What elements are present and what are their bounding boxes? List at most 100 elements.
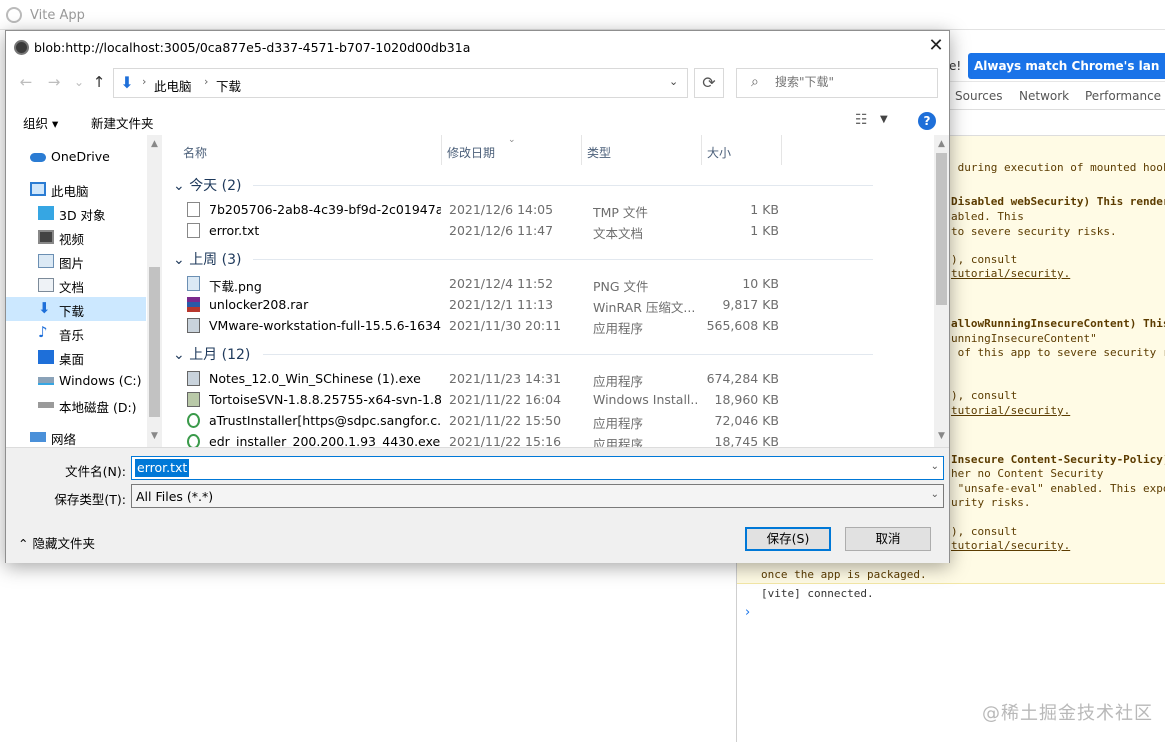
- scroll-up-icon[interactable]: ▲: [934, 139, 949, 149]
- file-size: 1 KB: [750, 202, 779, 217]
- file-name: VMware-workstation-full-15.5.6-1634...: [209, 318, 441, 333]
- file-date: 2021/12/1 11:13: [449, 297, 554, 312]
- file-row[interactable]: TortoiseSVN-1.8.8.25755-x64-svn-1.8.... …: [183, 389, 783, 410]
- file-date: 2021/12/6 14:05: [449, 202, 554, 217]
- file-row[interactable]: unlocker208.rar 2021/12/1 11:13 WinRAR 压…: [183, 294, 783, 315]
- column-divider[interactable]: [701, 135, 702, 165]
- drive-icon: [38, 402, 54, 408]
- file-list-scrollbar[interactable]: ▲ ▼: [934, 135, 949, 447]
- text-file-icon: [187, 223, 200, 238]
- chevron-down-icon: ⌄: [173, 347, 185, 363]
- column-header-type[interactable]: 类型: [587, 144, 611, 161]
- filetype-select[interactable]: All Files (*.*) ⌄: [131, 484, 944, 508]
- chevron-down-icon[interactable]: ⌄: [669, 75, 678, 88]
- file-row[interactable]: VMware-workstation-full-15.5.6-1634... 2…: [183, 315, 783, 336]
- sidebar-item-music[interactable]: ♪ 音乐: [6, 321, 146, 345]
- column-header-date[interactable]: 修改日期: [447, 144, 495, 161]
- column-header-size[interactable]: 大小: [707, 144, 731, 161]
- sidebar-item-this-pc[interactable]: 此电脑: [6, 177, 146, 201]
- forward-arrow-icon[interactable]: →: [43, 71, 65, 93]
- chevron-down-icon[interactable]: ▼: [880, 114, 888, 125]
- hide-folders-toggle[interactable]: ⌃ 隐藏文件夹: [18, 533, 95, 552]
- console-link[interactable]: tutorial/security.: [951, 267, 1070, 280]
- help-icon[interactable]: ?: [918, 112, 936, 130]
- console-prompt-icon[interactable]: ›: [745, 605, 750, 620]
- file-row[interactable]: Notes_12.0_Win_SChinese (1).exe 2021/11/…: [183, 368, 783, 389]
- sidebar-item-local-disk-d[interactable]: 本地磁盘 (D:): [6, 393, 146, 417]
- column-divider[interactable]: [441, 135, 442, 165]
- console-link[interactable]: tutorial/security.: [951, 404, 1070, 417]
- save-button[interactable]: 保存(S): [745, 527, 831, 551]
- file-row[interactable]: error.txt 2021/12/6 11:47 文本文档 1 KB: [183, 220, 783, 241]
- sidebar-item-pictures[interactable]: 图片: [6, 249, 146, 273]
- address-bar[interactable]: ⬇ › 此电脑 › 下载 ⌄: [113, 68, 688, 98]
- file-row[interactable]: 7b205706-2ab8-4c39-bf9d-2c01947a... 2021…: [183, 199, 783, 220]
- group-header-today[interactable]: ⌄ 今天 (2): [173, 175, 241, 195]
- infobar-next-button[interactable]: [1160, 53, 1165, 79]
- console-line: ), consult: [951, 389, 1018, 402]
- file-row[interactable]: 下载.png 2021/12/4 11:52 PNG 文件 10 KB: [183, 273, 783, 294]
- sidebar-item-3d-objects[interactable]: 3D 对象: [6, 201, 146, 225]
- group-header-last-month[interactable]: ⌄ 上月 (12): [173, 344, 250, 364]
- new-folder-button[interactable]: 新建文件夹: [91, 113, 154, 132]
- tab-network[interactable]: Network: [1019, 89, 1069, 103]
- exe-icon: [187, 318, 200, 333]
- view-options-icon[interactable]: ☷: [855, 112, 868, 128]
- scroll-down-icon[interactable]: ▼: [147, 431, 162, 441]
- sidebar-item-onedrive[interactable]: OneDrive: [6, 145, 146, 169]
- console-line: her no Content Security: [951, 467, 1104, 480]
- sidebar-item-downloads[interactable]: ⬇ 下载: [6, 297, 146, 321]
- sidebar-item-desktop[interactable]: 桌面: [6, 345, 146, 369]
- file-icon: [187, 202, 200, 217]
- chevron-down-icon: ⌄: [173, 252, 185, 268]
- refresh-icon[interactable]: ⟳: [694, 68, 724, 98]
- match-language-button[interactable]: Always match Chrome's language: [968, 53, 1165, 79]
- file-type: TMP 文件: [593, 205, 648, 220]
- recent-locations-icon[interactable]: ⌄: [68, 71, 90, 93]
- tab-sources[interactable]: Sources: [955, 89, 1002, 103]
- column-header-name[interactable]: 名称: [183, 144, 207, 161]
- console-link[interactable]: tutorial/security.: [951, 539, 1070, 552]
- column-divider[interactable]: [581, 135, 582, 165]
- sidebar-item-windows-c[interactable]: Windows (C:): [6, 369, 146, 393]
- group-label: 今天 (2): [189, 178, 242, 194]
- nav-pane-scrollbar[interactable]: ▲ ▼: [147, 135, 162, 447]
- scroll-up-icon[interactable]: ▲: [147, 139, 162, 149]
- scroll-down-icon[interactable]: ▼: [934, 431, 949, 441]
- file-date: 2021/11/22 15:16: [449, 434, 562, 447]
- cube-icon: [38, 206, 54, 220]
- organize-menu[interactable]: 组织 ▾: [23, 113, 58, 132]
- cancel-button[interactable]: 取消: [845, 527, 931, 551]
- back-arrow-icon[interactable]: ←: [15, 71, 37, 93]
- file-name: error.txt: [209, 223, 260, 238]
- group-header-last-week[interactable]: ⌄ 上周 (3): [173, 249, 241, 269]
- filename-value[interactable]: error.txt: [135, 459, 190, 477]
- navigation-pane: OneDrive 此电脑 3D 对象 视频 图片 文档 ⬇ 下载 ♪ 音乐 桌面…: [6, 135, 162, 447]
- breadcrumb-this-pc[interactable]: 此电脑: [154, 76, 192, 95]
- file-row[interactable]: edr_installer_200.200.1.93_4430.exe 2021…: [183, 431, 783, 447]
- group-divider: [253, 259, 873, 260]
- chevron-down-icon[interactable]: ⌄: [931, 461, 939, 472]
- search-input[interactable]: [775, 75, 925, 89]
- tab-performance[interactable]: Performance: [1085, 89, 1161, 103]
- file-row[interactable]: aTrustInstaller[https@sdpc.sangfor.c... …: [183, 410, 783, 431]
- sidebar-item-network[interactable]: 网络: [6, 425, 146, 449]
- chevron-right-icon[interactable]: ›: [204, 75, 208, 88]
- file-name: Notes_12.0_Win_SChinese (1).exe: [209, 371, 421, 386]
- file-name: edr_installer_200.200.1.93_4430.exe: [209, 434, 441, 447]
- sort-chevron-icon: ⌄: [508, 135, 516, 145]
- sidebar-item-videos[interactable]: 视频: [6, 225, 146, 249]
- scrollbar-thumb[interactable]: [149, 267, 160, 417]
- language-infobar-text: e!: [949, 59, 962, 73]
- search-box[interactable]: ⌕: [736, 68, 938, 98]
- sidebar-item-documents[interactable]: 文档: [6, 273, 146, 297]
- chevron-down-icon[interactable]: ⌄: [931, 489, 939, 500]
- chevron-right-icon[interactable]: ›: [142, 75, 146, 88]
- filename-input[interactable]: error.txt ⌄: [131, 456, 944, 480]
- close-icon[interactable]: ✕: [924, 35, 948, 57]
- sidebar-item-label: 网络: [51, 432, 77, 447]
- scrollbar-thumb[interactable]: [936, 153, 947, 305]
- up-arrow-icon[interactable]: ↑: [88, 71, 110, 93]
- breadcrumb-downloads[interactable]: 下载: [216, 76, 241, 95]
- column-divider[interactable]: [781, 135, 782, 165]
